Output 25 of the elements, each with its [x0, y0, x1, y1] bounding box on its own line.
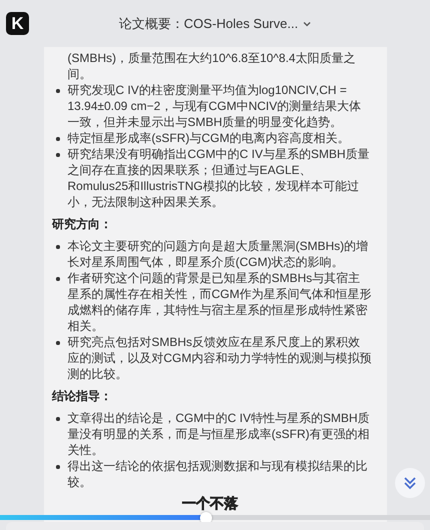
scroll-down-button[interactable]	[395, 468, 425, 498]
bullet-icon	[56, 137, 60, 140]
app-logo[interactable]: K	[6, 12, 29, 35]
double-chevron-down-icon	[402, 475, 418, 491]
document-title-dropdown[interactable]: 论文概要：COS-Holes Surve...	[114, 12, 316, 34]
list-item-text: 得出这一结论的依据包括观测数据和与现有模拟结果的比较。	[68, 458, 368, 490]
bullet-icon	[56, 277, 60, 280]
list-item-text: (SMBHs)，质量范围在大约10^6.8至10^8.4太阳质量之间。	[68, 50, 356, 82]
section-heading: 结论指导：	[52, 388, 113, 404]
list-item-text: 研究结果没有明确指出CGM中的C IV与星系的SMBH质量之间存在直接的因果联系；但通过与EAGLE、Romulus25和IllustrisTNG模拟的比较，发现样本可能过小，无法限制这种因果关系。	[68, 146, 371, 210]
list-item-text: 文章得出的结论是，CGM中的C IV特性与星系的SMBH质量没有明显的关系，而是与恒星形成率(sSFR)有更强的相关性。	[68, 410, 371, 458]
video-subtitle: 一个不落	[182, 495, 238, 511]
bullet-icon	[56, 465, 60, 468]
bullet-icon	[56, 341, 60, 344]
list-item-text: 本论文主要研究的问题方向是超大质量黑洞(SMBHs)的增长对星系周围气体，即星系介质(CGM)状态的影响。	[68, 238, 370, 270]
bullet-icon	[56, 245, 60, 248]
list-item-text: 特定恒星形成率(sSFR)与CGM的电离内容高度相关。	[68, 130, 350, 146]
bullet-icon	[56, 89, 60, 92]
list-item-text: 研究发现C IV的柱密度测量平均值为log10NCIV,CH = 13.94±0.09 cm−2，与现有CGM中NCIV的测量结果大体一致，但并未显示出与SMBH质量的明显变化趋势。	[68, 82, 362, 130]
chevron-down-icon	[303, 20, 312, 26]
bullet-icon	[56, 417, 60, 420]
list-item-text: 研究亮点包括对SMBHs反馈效应在星系尺度上的累积效应的测试，以及对CGM内容和动力学特性的观测与模拟预测的比较。	[68, 334, 372, 382]
list-item-text: 作者研究这个问题的背景是已知星系的SMBHs与其宿主星系的属性存在相关性，而CGM作为星系间气体和恒星形成燃料的储存库，其特性与宿主星系的恒星形成特性紧密相关。	[68, 270, 372, 334]
section-heading: 研究方向：	[52, 216, 113, 232]
bullet-icon	[56, 153, 60, 156]
